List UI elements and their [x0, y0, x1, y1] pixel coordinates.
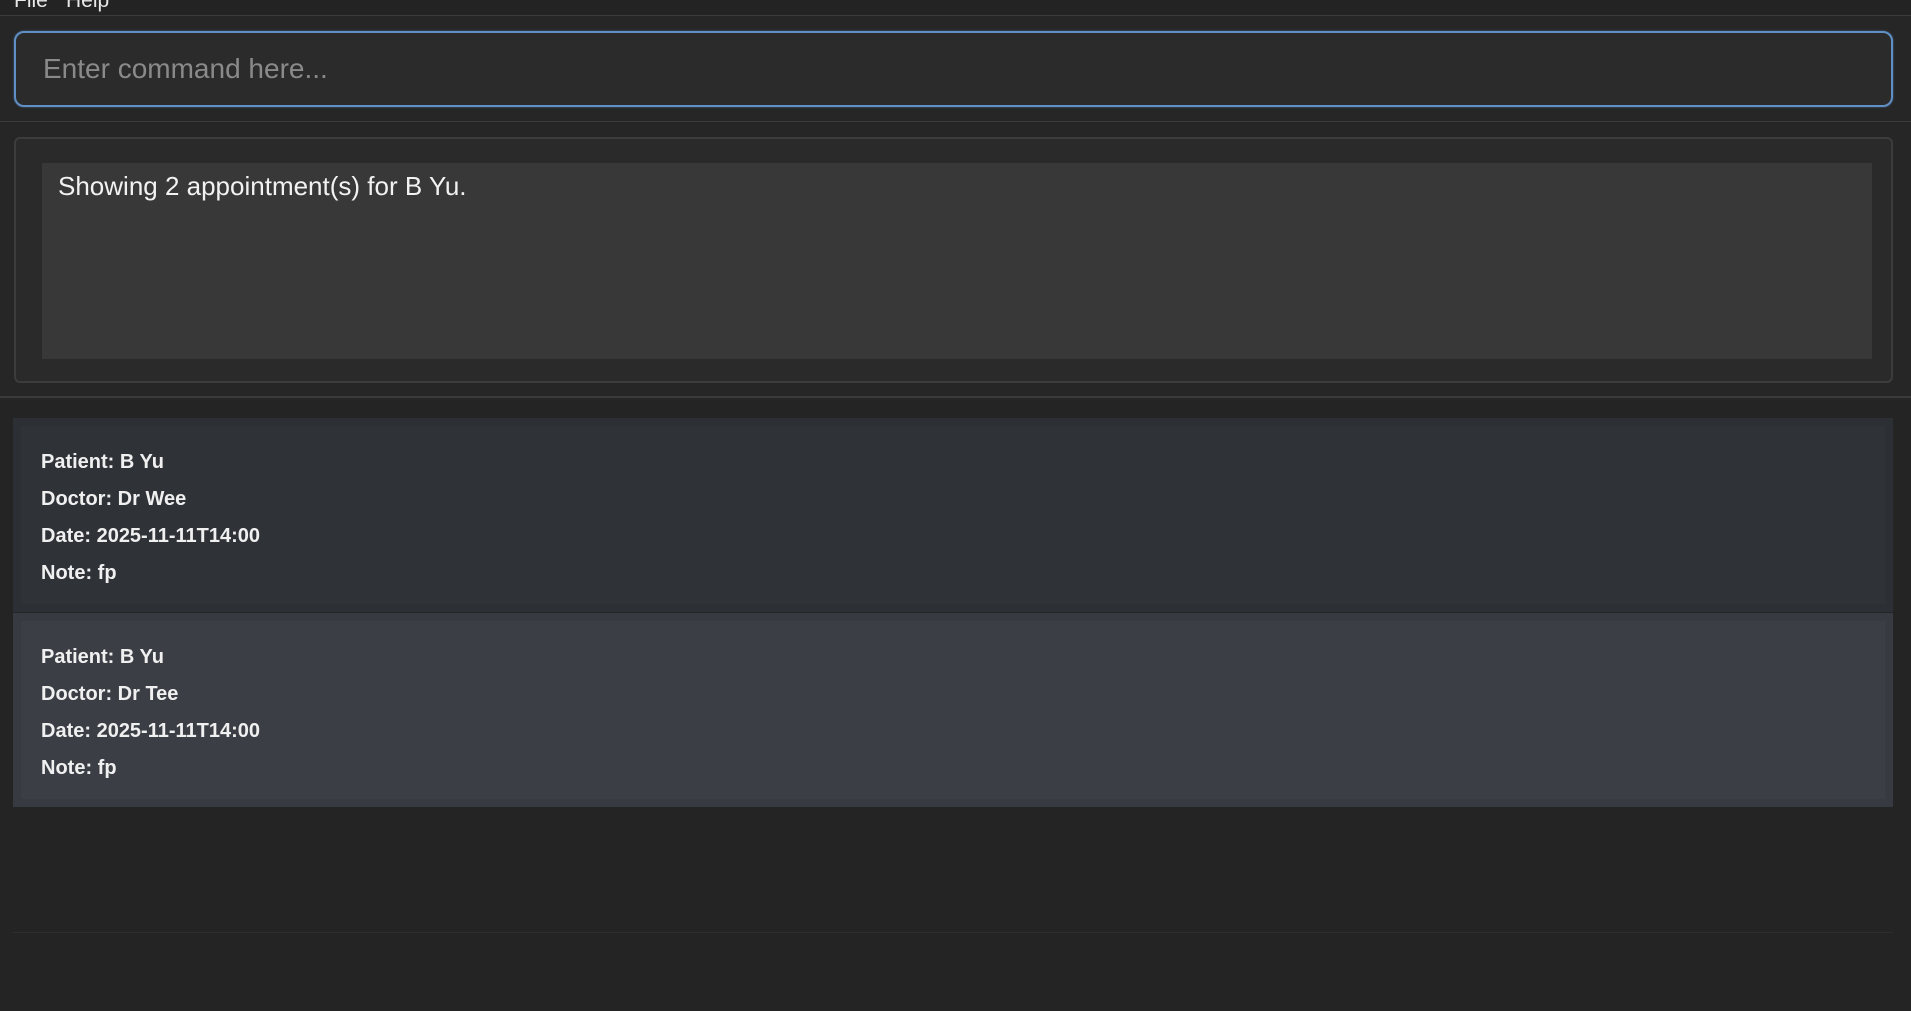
appointment-note: Note: fp [41, 562, 117, 584]
appointment-list-section: Patient: B Yu Doctor: Dr Wee Date: 2025-… [0, 400, 1911, 1011]
command-input[interactable] [16, 33, 1891, 105]
appointment-card[interactable]: Patient: B Yu Doctor: Dr Tee Date: 2025-… [13, 613, 1893, 807]
appointment-date: Date: 2025-11-11T14:00 [41, 720, 261, 742]
appointment-list[interactable]: Patient: B Yu Doctor: Dr Wee Date: 2025-… [13, 418, 1893, 996]
appointment-details: Patient: B Yu Doctor: Dr Tee Date: 2025-… [41, 639, 260, 787]
appointment-doctor: Doctor: Dr Wee [41, 488, 187, 510]
appointment-doctor: Doctor: Dr Tee [41, 683, 179, 705]
appointment-date: Date: 2025-11-11T14:00 [41, 525, 261, 547]
menu-bar: File Help [0, 0, 1911, 16]
appointment-card[interactable]: Patient: B Yu Doctor: Dr Wee Date: 2025-… [13, 418, 1893, 612]
command-section [0, 16, 1911, 122]
menu-file[interactable]: File [14, 0, 48, 13]
appointment-patient: Patient: B Yu [41, 451, 164, 473]
result-section: Showing 2 appointment(s) for B Yu. [0, 122, 1911, 398]
appointment-patient: Patient: B Yu [41, 646, 164, 668]
command-box[interactable] [14, 31, 1893, 107]
appointment-note: Note: fp [41, 757, 117, 779]
appointment-details: Patient: B Yu Doctor: Dr Wee Date: 2025-… [41, 444, 260, 592]
menu-help[interactable]: Help [66, 0, 109, 13]
list-divider [13, 932, 1893, 933]
result-frame: Showing 2 appointment(s) for B Yu. [14, 137, 1893, 383]
result-display[interactable]: Showing 2 appointment(s) for B Yu. [42, 163, 1872, 359]
